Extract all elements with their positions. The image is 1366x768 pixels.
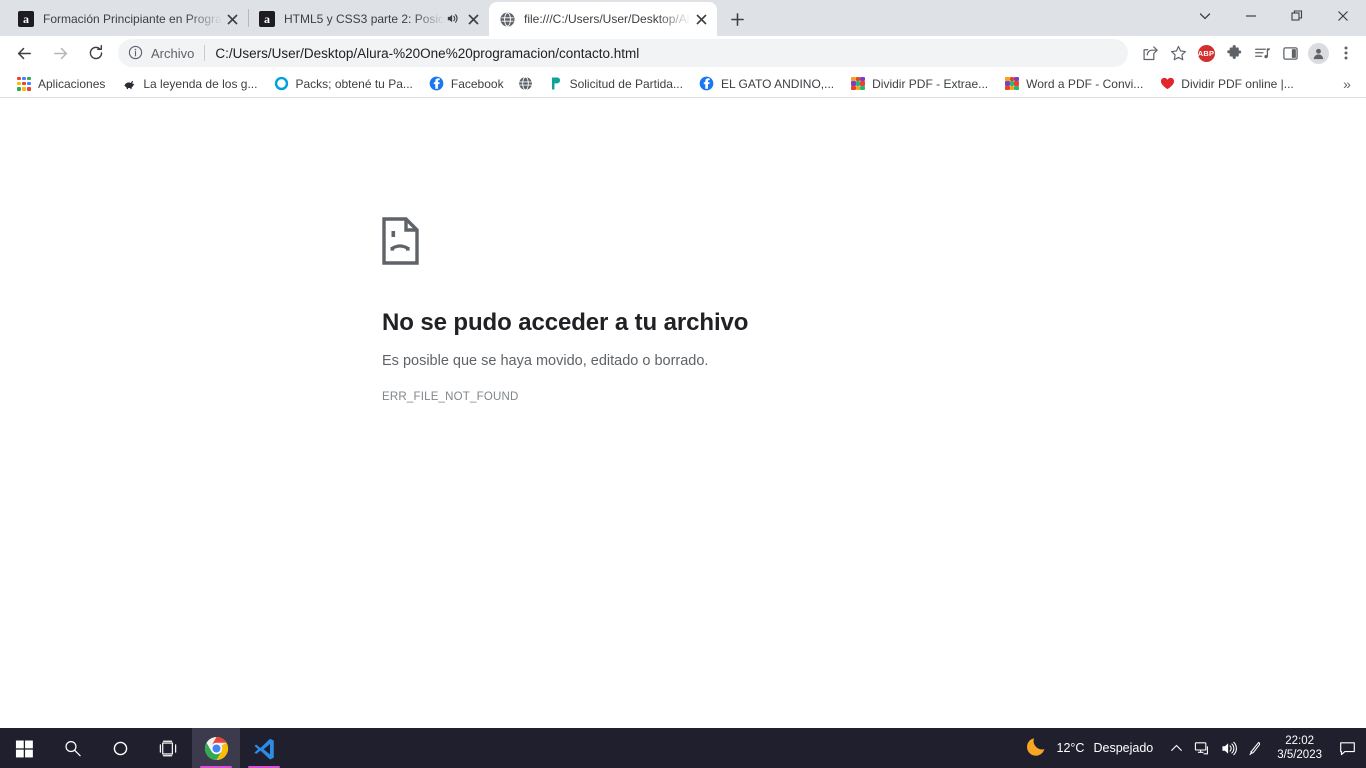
bookmark-star-icon[interactable] bbox=[1164, 39, 1192, 67]
back-button[interactable] bbox=[8, 37, 40, 69]
close-window-button[interactable] bbox=[1320, 0, 1366, 32]
bookmark-label: Dividir PDF - Extrae... bbox=[872, 76, 989, 91]
browser-tab-3-active[interactable]: file:///C:/Users/User/Desktop/Alu bbox=[489, 2, 717, 36]
chrome-taskbar-button[interactable] bbox=[192, 728, 240, 768]
vscode-taskbar-button[interactable] bbox=[240, 728, 288, 768]
share-icon[interactable] bbox=[1136, 39, 1164, 67]
network-icon[interactable] bbox=[1189, 728, 1215, 768]
weather-temperature: 12°C bbox=[1056, 741, 1085, 755]
clock-date: 3/5/2023 bbox=[1277, 749, 1322, 761]
bookmark-leyenda[interactable]: La leyenda de los g... bbox=[113, 72, 265, 96]
tab-audio-icon[interactable] bbox=[445, 11, 461, 27]
error-code: ERR_FILE_NOT_FOUND bbox=[382, 391, 519, 403]
bookmarks-overflow-button[interactable]: » bbox=[1336, 73, 1358, 95]
bookmark-globe-unnamed[interactable] bbox=[512, 72, 540, 96]
browser-toolbar: Archivo C:/Users/User/Desktop/Alura-%20O… bbox=[0, 36, 1366, 70]
weather-widget[interactable]: 12°C Despejado bbox=[1016, 728, 1164, 768]
tab-title: Formación Principiante en Progra bbox=[43, 12, 222, 26]
windows-taskbar: 12°C Despejado 22:02 3/5/2023 bbox=[0, 728, 1366, 768]
alura-a-icon: a bbox=[259, 11, 275, 27]
color-squares-icon bbox=[850, 76, 866, 92]
error-message: Es posible que se haya movido, editado o… bbox=[382, 353, 709, 369]
tab-close-button[interactable] bbox=[693, 11, 709, 27]
bookmark-word-a-pdf[interactable]: Word a PDF - Convi... bbox=[996, 72, 1151, 96]
tab-close-button[interactable] bbox=[465, 11, 481, 27]
red-heart-icon bbox=[1159, 76, 1175, 92]
system-tray: 12°C Despejado 22:02 3/5/2023 bbox=[1016, 728, 1366, 768]
facebook-icon bbox=[429, 76, 445, 92]
search-icon[interactable] bbox=[48, 728, 96, 768]
bookmark-label: Packs; obtené tu Pa... bbox=[295, 76, 413, 91]
bookmark-label: Aplicaciones bbox=[38, 76, 106, 91]
chrome-menu-icon[interactable] bbox=[1332, 39, 1360, 67]
tab-strip: a Formación Principiante en Progra a HTM… bbox=[0, 0, 1366, 36]
address-divider bbox=[204, 45, 206, 61]
adblock-badge-label: ABP bbox=[1197, 44, 1215, 62]
clock-time: 22:02 bbox=[1285, 734, 1314, 747]
sad-file-icon bbox=[382, 217, 419, 265]
minimize-button[interactable] bbox=[1228, 0, 1274, 32]
browser-tab-1[interactable]: a Formación Principiante en Progra bbox=[8, 2, 248, 36]
bookmark-solicitud[interactable]: Solicitud de Partida... bbox=[540, 72, 691, 96]
side-panel-icon[interactable] bbox=[1276, 39, 1304, 67]
bookmark-dividir-pdf[interactable]: Dividir PDF - Extrae... bbox=[842, 72, 996, 96]
dog-icon bbox=[121, 76, 137, 92]
address-bar[interactable]: Archivo C:/Users/User/Desktop/Alura-%20O… bbox=[118, 39, 1128, 67]
bookmark-packs[interactable]: Packs; obtené tu Pa... bbox=[265, 72, 420, 96]
reload-button[interactable] bbox=[80, 37, 112, 69]
facebook-icon bbox=[699, 76, 715, 92]
page-content: No se pudo acceder a tu archivo Es posib… bbox=[0, 99, 1366, 728]
tab-title: HTML5 y CSS3 parte 2: Posici bbox=[284, 12, 445, 26]
teal-flag-icon bbox=[548, 76, 564, 92]
error-title: No se pudo acceder a tu archivo bbox=[382, 309, 749, 336]
new-tab-button[interactable] bbox=[723, 5, 751, 33]
color-squares-icon bbox=[1004, 76, 1020, 92]
window-controls bbox=[1182, 0, 1366, 32]
globe-icon bbox=[499, 11, 515, 27]
weather-condition: Despejado bbox=[1093, 741, 1154, 755]
bookmarks-bar: Aplicaciones La leyenda de los g... Pack… bbox=[0, 70, 1366, 98]
bookmark-label: Facebook bbox=[450, 76, 504, 91]
cortana-circle-icon[interactable] bbox=[96, 728, 144, 768]
pen-icon[interactable] bbox=[1241, 728, 1267, 768]
forward-button[interactable] bbox=[44, 37, 76, 69]
alura-a-icon: a bbox=[18, 11, 34, 27]
start-button[interactable] bbox=[0, 728, 48, 768]
notification-icon[interactable] bbox=[1332, 728, 1362, 768]
adblock-plus-icon[interactable]: ABP bbox=[1192, 39, 1220, 67]
media-list-icon[interactable] bbox=[1248, 39, 1276, 67]
address-url-text[interactable]: C:/Users/User/Desktop/Alura-%20One%20pro… bbox=[215, 46, 1116, 61]
profile-avatar-icon[interactable] bbox=[1304, 39, 1332, 67]
tab-title: file:///C:/Users/User/Desktop/Alu bbox=[524, 12, 691, 26]
globe-dark-icon bbox=[518, 76, 534, 92]
bookmark-label: La leyenda de los g... bbox=[143, 76, 258, 91]
error-container: No se pudo acceder a tu archivo Es posib… bbox=[382, 217, 982, 403]
browser-window: a Formación Principiante en Progra a HTM… bbox=[0, 0, 1366, 768]
address-scheme-label: Archivo bbox=[151, 45, 195, 61]
bookmark-label: Solicitud de Partida... bbox=[569, 76, 683, 91]
chevron-up-icon[interactable] bbox=[1163, 728, 1189, 768]
bookmark-apps[interactable]: Aplicaciones bbox=[8, 72, 113, 96]
blue-ring-icon bbox=[273, 76, 289, 92]
bookmark-label: Dividir PDF online |... bbox=[1181, 76, 1294, 91]
bookmark-label: EL GATO ANDINO,... bbox=[720, 76, 835, 91]
bookmark-label: Word a PDF - Convi... bbox=[1026, 76, 1144, 91]
info-circle-icon[interactable] bbox=[128, 45, 144, 61]
clock-widget[interactable]: 22:02 3/5/2023 bbox=[1267, 728, 1332, 768]
volume-icon[interactable] bbox=[1215, 728, 1241, 768]
bookmark-gato-andino[interactable]: EL GATO ANDINO,... bbox=[691, 72, 842, 96]
task-view-icon[interactable] bbox=[144, 728, 192, 768]
moon-icon bbox=[1026, 735, 1048, 762]
maximize-restore-button[interactable] bbox=[1274, 0, 1320, 32]
extensions-puzzle-icon[interactable] bbox=[1220, 39, 1248, 67]
bookmark-facebook[interactable]: Facebook bbox=[421, 72, 512, 96]
apps-grid-icon bbox=[16, 76, 32, 92]
bookmark-dividir-pdf-online[interactable]: Dividir PDF online |... bbox=[1151, 72, 1301, 96]
tab-close-button[interactable] bbox=[224, 11, 240, 27]
tab-search-chevron-icon[interactable] bbox=[1182, 0, 1228, 32]
browser-tab-2[interactable]: a HTML5 y CSS3 parte 2: Posici bbox=[249, 2, 489, 36]
